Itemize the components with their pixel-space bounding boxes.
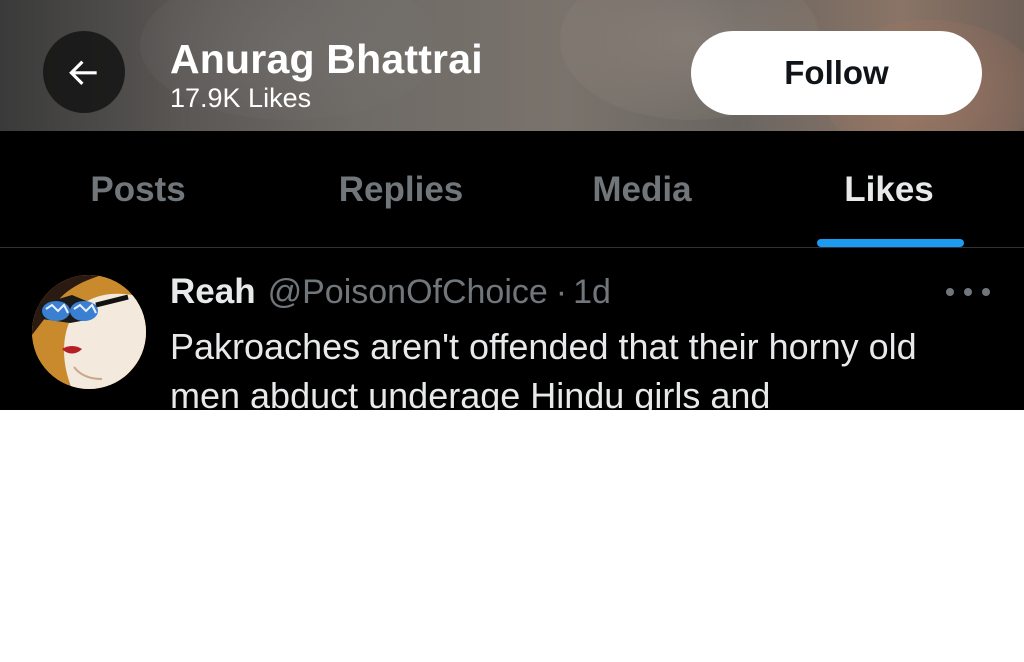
tab-likes[interactable]: Likes — [758, 131, 1020, 248]
more-dot — [964, 288, 972, 296]
tweet[interactable]: Reah @PoisonOfChoice · 1d Pakroaches are… — [0, 248, 1024, 410]
back-button[interactable] — [43, 31, 125, 113]
more-dot — [946, 288, 954, 296]
tab-media[interactable]: Media — [526, 131, 758, 248]
tab-posts[interactable]: Posts — [0, 131, 276, 248]
tweet-header: Reah @PoisonOfChoice · 1d — [170, 272, 611, 312]
tweet-text: Pakroaches aren't offended that their ho… — [170, 326, 917, 410]
avatar-image — [32, 275, 146, 389]
profile-likes-count: 17.9K Likes — [170, 83, 312, 113]
profile-header: Anurag Bhattrai 17.9K Likes Follow — [0, 0, 1024, 131]
profile-tabs: Posts Replies Media Likes — [0, 131, 1024, 248]
tab-replies[interactable]: Replies — [276, 131, 526, 248]
profile-name: Anurag Bhattrai — [170, 36, 483, 82]
profile-screen: Anurag Bhattrai 17.9K Likes Follow Posts… — [0, 0, 1024, 410]
tweet-timestamp[interactable]: 1d — [573, 273, 611, 312]
more-horizontal-icon[interactable] — [946, 280, 990, 304]
avatar[interactable] — [32, 275, 146, 389]
follow-button[interactable]: Follow — [691, 31, 982, 115]
separator-dot: · — [555, 273, 568, 311]
active-tab-indicator — [817, 239, 964, 247]
arrow-left-icon — [69, 60, 97, 85]
more-dot — [982, 288, 990, 296]
author-handle[interactable]: @PoisonOfChoice — [268, 273, 548, 312]
author-name[interactable]: Reah — [170, 272, 256, 312]
